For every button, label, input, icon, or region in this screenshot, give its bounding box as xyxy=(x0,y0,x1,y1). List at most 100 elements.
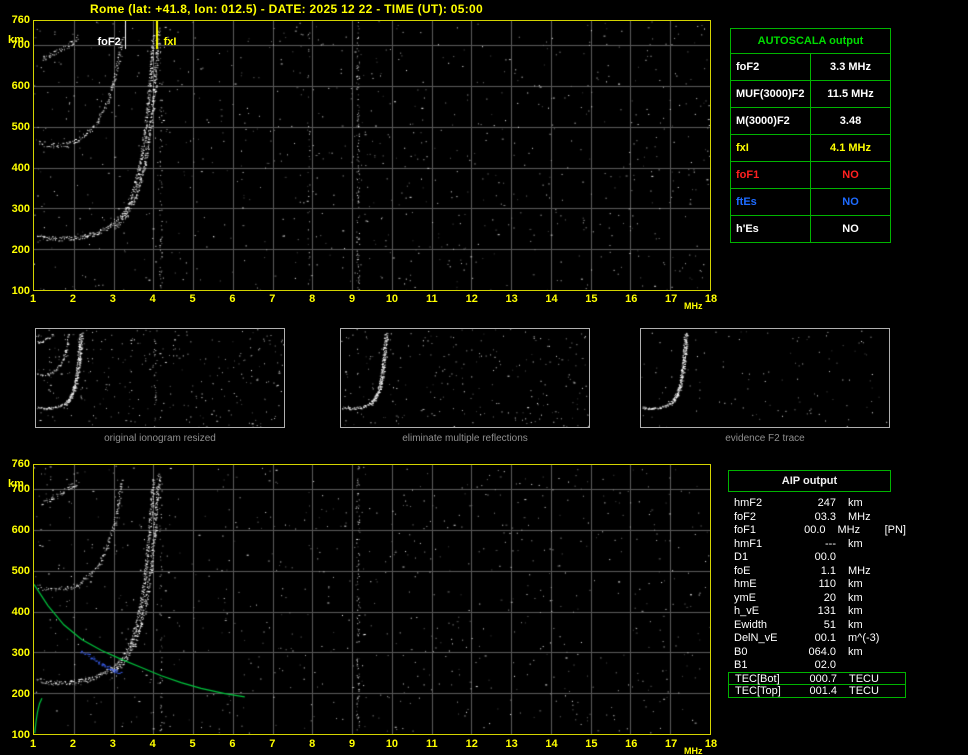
aip-row-unit: m^(-3) xyxy=(848,632,880,644)
aip-row-label: B0 xyxy=(734,645,748,658)
autoscala-row-value: 3.3 MHz xyxy=(830,61,871,73)
fof2-marker-label: foF2 xyxy=(97,36,121,48)
x-tick-label: 14 xyxy=(545,293,558,305)
aip-row: foF2 03.3 MHz xyxy=(728,511,906,525)
aip-row-label: foF2 xyxy=(734,510,757,523)
aip-row-value: 20 xyxy=(823,591,836,604)
aip-row: h_vE 131 km xyxy=(728,605,906,619)
aip-row-value: 247 xyxy=(817,497,836,509)
y-tick-label: 600 xyxy=(11,523,30,536)
ionogram-top-canvas xyxy=(34,21,710,290)
x-tick-label: 16 xyxy=(625,738,638,750)
thumbnail-eliminate-reflections xyxy=(340,328,590,428)
y-tick-label: 760 xyxy=(11,458,30,470)
autoscala-row-label: fxI xyxy=(731,135,811,161)
aip-row-label: TEC[Top] xyxy=(735,685,781,697)
x-tick-label: 12 xyxy=(465,293,478,305)
aip-row: TEC[Bot] 000.7 TECU xyxy=(728,671,906,685)
aip-row-value: 064.0 xyxy=(808,645,836,658)
aip-row-note xyxy=(896,511,906,525)
aip-row-value: 131 xyxy=(817,605,836,617)
aip-row-label: hmE xyxy=(734,578,757,590)
x-tick-label: 10 xyxy=(385,293,399,305)
aip-row: hmF1 --- km xyxy=(728,538,906,552)
aip-row: D1 00.0 xyxy=(728,551,906,565)
autoscala-window: Rome (lat: +41.8, lon: 012.5) - DATE: 20… xyxy=(0,0,968,755)
x-tick-label: 1 xyxy=(29,293,37,305)
aip-row-value: 1.1 xyxy=(820,564,836,577)
y-tick-label: 500 xyxy=(11,120,30,133)
y-axis-unit: km xyxy=(8,34,24,46)
station-date-time-title: Rome (lat: +41.8, lon: 012.5) - DATE: 20… xyxy=(90,2,483,16)
aip-row-value: 00.0 xyxy=(804,524,826,536)
aip-row-value: 51 xyxy=(823,618,836,631)
aip-row-note xyxy=(897,685,905,697)
x-tick-label: 3 xyxy=(109,738,116,750)
autoscala-row-value: 11.5 MHz xyxy=(827,88,874,100)
aip-row-label: ymE xyxy=(734,591,756,604)
fxi-marker-label: fxI xyxy=(163,36,177,48)
autoscala-row: ftEs NO xyxy=(731,189,890,216)
thumbnail-caption-original: original ionogram resized xyxy=(104,433,216,444)
aip-row-unit: km xyxy=(848,605,863,617)
autoscala-rows: foF2 3.3 MHz MUF(3000)F2 11.5 MHz M(3000)F2 3… xyxy=(731,54,890,242)
x-tick-label: 15 xyxy=(585,293,598,305)
autoscala-row: h'Es NO xyxy=(731,216,890,242)
x-tick-label: 7 xyxy=(269,293,276,305)
aip-row-note: [PN] xyxy=(884,524,906,536)
y-tick-label: 760 xyxy=(11,14,30,26)
x-tick-label: 2 xyxy=(69,738,76,750)
autoscala-row-label: foF2 xyxy=(731,54,811,80)
thumbnail-evidence-f2 xyxy=(640,328,890,428)
aip-row-unit: km xyxy=(848,537,863,550)
x-tick-label: 17 xyxy=(664,293,678,305)
x-tick-label: 4 xyxy=(149,293,156,305)
aip-row-label: hmF2 xyxy=(734,497,763,509)
aip-row-value: 001.4 xyxy=(809,685,837,697)
y-tick-label: 300 xyxy=(11,646,30,659)
autoscala-row-label: foF1 xyxy=(731,162,811,188)
autoscala-row-label: h'Es xyxy=(731,216,811,242)
y-tick-label: 200 xyxy=(11,243,30,256)
aip-row-note xyxy=(896,565,906,579)
x-tick-label: 17 xyxy=(664,738,678,750)
aip-row-label: D1 xyxy=(734,551,749,563)
aip-row-note xyxy=(897,673,905,685)
aip-row: ymE 20 km xyxy=(728,592,906,606)
y-tick-label: 600 xyxy=(11,79,30,92)
x-tick-label: 12 xyxy=(465,738,478,750)
autoscala-row-label: ftEs xyxy=(731,189,811,215)
autoscala-output-panel: AUTOSCALA output foF2 3.3 MHz MUF(3000)F2 1… xyxy=(730,28,891,243)
y-axis-unit: km xyxy=(8,478,24,490)
aip-row: foE 1.1 MHz xyxy=(728,565,906,579)
autoscala-row-value: 3.48 xyxy=(839,115,862,127)
y-tick-label: 400 xyxy=(11,161,30,174)
thumbnail-original-ionogram xyxy=(35,328,285,428)
aip-row: DelN_vE 00.1 m^(-3) xyxy=(728,632,906,646)
thumbnail-eliminate-canvas xyxy=(341,329,589,427)
autoscala-row-value: NO xyxy=(842,169,859,181)
autoscala-output-title: AUTOSCALA output xyxy=(731,29,890,54)
aip-row-unit: TECU xyxy=(849,672,879,685)
aip-row-unit: km xyxy=(848,618,863,631)
ionogram-bottom-canvas xyxy=(34,465,710,734)
aip-row-label: B1 xyxy=(734,659,748,671)
aip-row-label: foE xyxy=(734,564,751,577)
autoscala-row: MUF(3000)F2 11.5 MHz xyxy=(731,81,890,108)
aip-row-label: foF1 xyxy=(734,524,757,536)
aip-row-note xyxy=(896,551,906,565)
aip-row-note xyxy=(896,605,906,619)
x-tick-label: 9 xyxy=(348,293,356,305)
autoscala-row: fxI 4.1 MHz xyxy=(731,135,890,162)
x-axis-unit: MHz xyxy=(684,301,703,311)
x-tick-label: 3 xyxy=(109,293,116,305)
thumbnail-original-canvas xyxy=(36,329,284,427)
aip-output-panel: hmF2 247 km foF2 03.3 MHz foF1 00.0 MHz [PN] hmF1-… xyxy=(728,497,906,698)
aip-row-note xyxy=(896,646,906,660)
aip-row-unit: km xyxy=(848,645,863,658)
y-tick-label: 400 xyxy=(11,605,30,618)
x-tick-label: 7 xyxy=(269,738,276,750)
y-tick-label: 200 xyxy=(11,687,30,700)
aip-row-note xyxy=(896,632,906,646)
autoscala-row-value: NO xyxy=(842,196,859,208)
